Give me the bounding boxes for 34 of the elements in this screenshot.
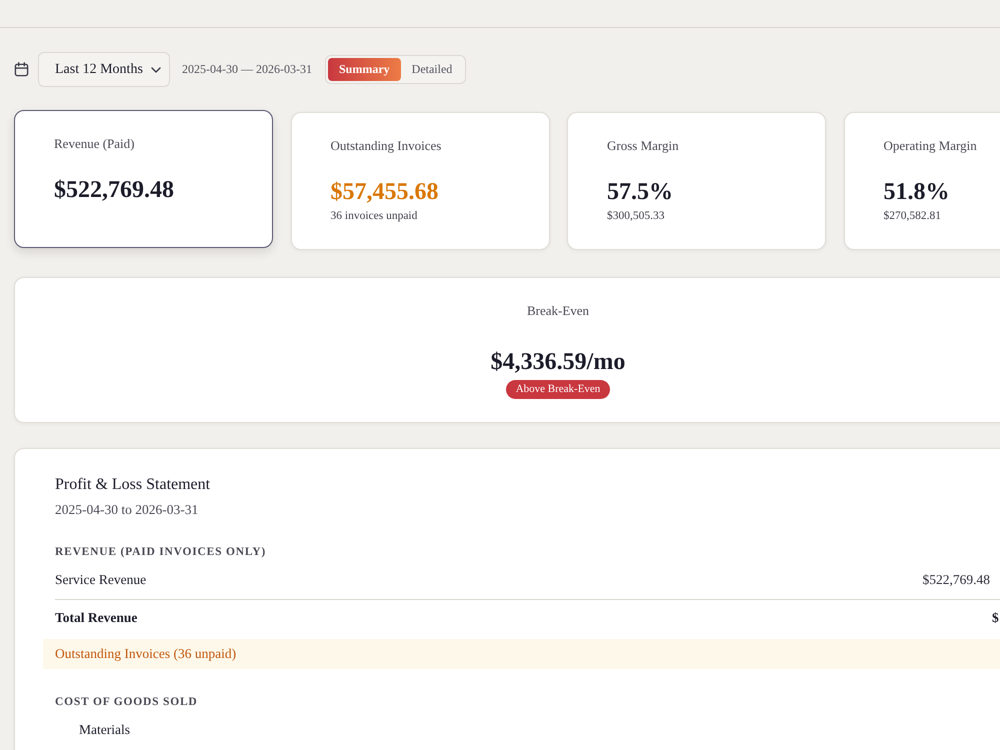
- period-select[interactable]: Last 12 Months: [38, 52, 170, 87]
- calendar-icon: [14, 62, 29, 77]
- statement-title: Profit & Loss Statement: [55, 475, 210, 495]
- line-item-label: Service Revenue: [55, 572, 148, 588]
- kpi-note: 36 invoices unpaid: [330, 209, 418, 224]
- kpi-value: 57.5%: [607, 178, 673, 206]
- view-tab[interactable]: Detailed: [400, 58, 464, 81]
- kpi-label: Outstanding Invoices: [330, 137, 442, 155]
- kpi-card[interactable]: Outstanding Invoices $57,455.68 36 invoices unpaid: [290, 112, 550, 250]
- section-heading: REVENUE (PAID INVOICES ONLY): [55, 545, 266, 560]
- line-item-label: Materials: [79, 722, 131, 738]
- kpi-value: $522,769.48: [54, 176, 174, 204]
- date-range-text: 2025-04-30 — 2026-03-31: [182, 62, 312, 77]
- status-badge: Above Break-Even: [506, 380, 610, 399]
- kpi-value: 51.8%: [884, 178, 950, 206]
- kpi-note: $270,582.81: [884, 209, 941, 224]
- outstanding-notice: Outstanding Invoices (36 unpaid): [43, 639, 1000, 669]
- kpi-label: Revenue (Paid): [54, 135, 135, 153]
- kpi-card[interactable]: Revenue (Paid) $522,769.48: [14, 110, 273, 248]
- kpi-note: $300,505.33: [607, 209, 664, 224]
- view-tab[interactable]: Summary: [328, 58, 401, 81]
- line-item-amount: $522,769.48: [922, 572, 990, 588]
- kpi-label: Gross Margin: [607, 137, 679, 155]
- kpi-label: Operating Margin: [884, 137, 977, 155]
- section-heading: COST OF GOODS SOLD: [55, 695, 198, 710]
- kpi-card[interactable]: Operating Margin 51.8% $270,582.81: [844, 112, 1000, 250]
- total-amount: $: [992, 610, 999, 626]
- break-even-label: Break-Even: [526, 302, 590, 320]
- break-even-value: $4,336.59/mo: [490, 348, 626, 377]
- total-label: Total Revenue: [55, 610, 138, 626]
- kpi-card[interactable]: Gross Margin 57.5% $300,505.33: [567, 112, 826, 250]
- statement-period: 2025-04-30 to 2026-03-31: [55, 501, 198, 519]
- chevron-down-icon: [151, 66, 161, 72]
- kpi-value: $57,455.68: [330, 178, 438, 206]
